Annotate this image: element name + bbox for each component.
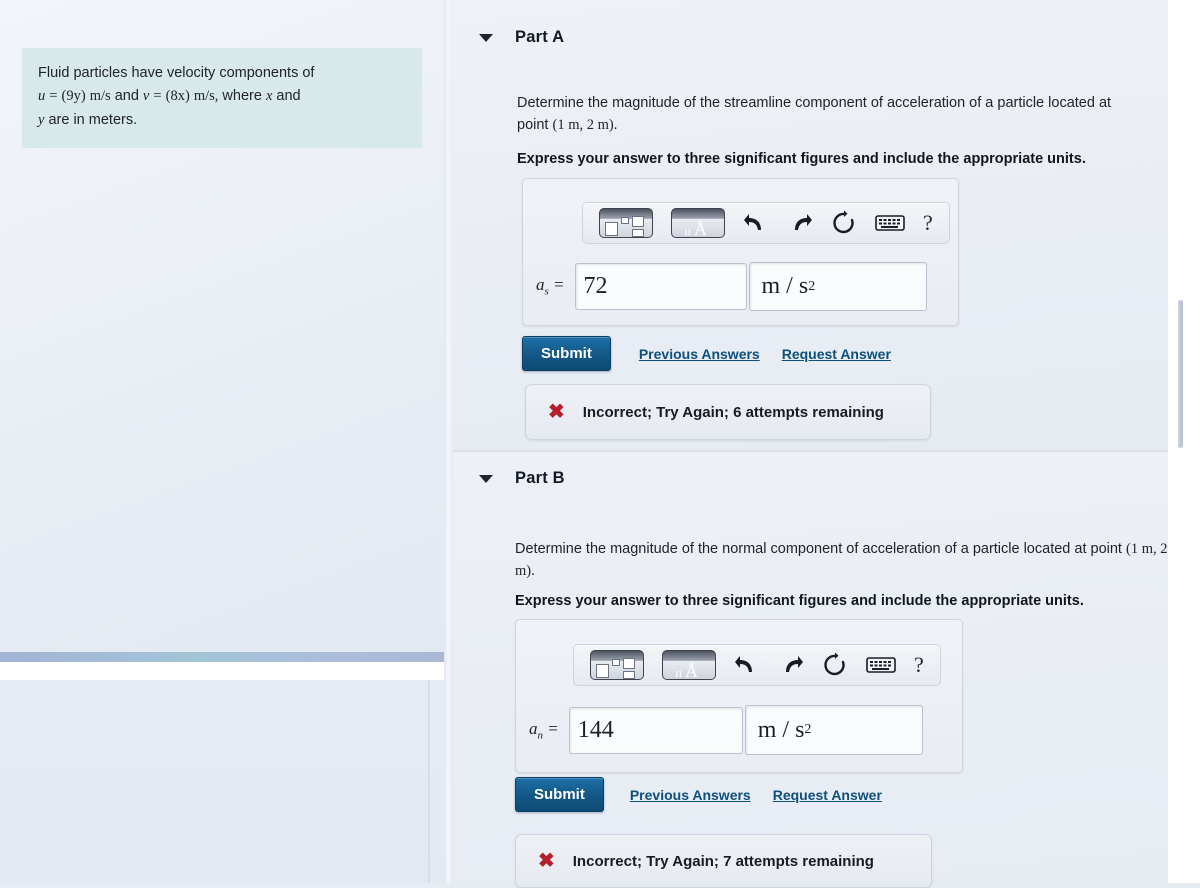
conjunction-2: and [276, 88, 301, 105]
velocity-v-symbol: v [142, 88, 150, 105]
part-a-instruction: Express your answer to three significant… [517, 151, 1086, 167]
equals-2: = [153, 88, 162, 105]
problem-line-3-text: are in meters. [48, 111, 138, 128]
right-scroll-gutter [1168, 0, 1200, 883]
part-b-question-line-2: point [1090, 541, 1122, 557]
part-a-header[interactable]: Part A [479, 28, 564, 47]
v-expression: (8x) [165, 88, 190, 105]
v-units: m/s, [193, 88, 219, 105]
left-pane-lower-surface [0, 680, 444, 883]
part-b-units-text: m / s [757, 716, 805, 743]
help-question-mark-icon[interactable]: ? [914, 652, 924, 678]
reset-circle-icon[interactable] [831, 210, 857, 236]
conjunction-1: and [114, 88, 139, 105]
pane-split-divider [444, 0, 453, 883]
part-b-units-exponent: 2 [804, 722, 812, 737]
part-b-answer-input[interactable]: 144 [568, 706, 743, 754]
part-b-instruction: Express your answer to three significant… [515, 593, 1084, 609]
part-a-request-answer-link[interactable]: Request Answer [782, 346, 891, 362]
part-a-units-exponent: 2 [808, 278, 816, 294]
part-a-question-point: (1 m, 2 m). [552, 117, 618, 134]
part-a-answer-row: as = 72 m / s2 [536, 262, 927, 311]
part-b-action-row: Submit Previous Answers Request Answer [515, 777, 882, 812]
part-a-feedback-banner: ✖ Incorrect; Try Again; 6 attempts remai… [525, 384, 931, 440]
redo-arrow-icon[interactable] [787, 211, 813, 235]
help-question-mark-icon[interactable]: ? [923, 210, 933, 236]
equals-1: = [49, 88, 58, 105]
keyboard-icon[interactable] [875, 214, 905, 232]
part-a-feedback-text: Incorrect; Try Again; 6 attempts remaini… [582, 403, 884, 421]
part-b-panel: Part B Determine the magnitude of the no… [453, 452, 1200, 888]
part-b-feedback-banner: ✖ Incorrect; Try Again; 7 attempts remai… [515, 834, 932, 888]
part-a-title: Part A [515, 28, 565, 46]
part-a-answer-label: as = [536, 275, 565, 297]
part-b-toolbar[interactable]: ıı Å ? [573, 644, 941, 686]
y-symbol: y [38, 111, 45, 128]
part-b-symbol: a [529, 718, 538, 738]
svg-text:Å: Å [685, 661, 698, 680]
assignment-pane: Part A Determine the magnitude of the st… [453, 0, 1200, 888]
vertical-scrollbar-thumb[interactable] [1178, 300, 1183, 448]
part-b-units-field[interactable]: m / s2 [744, 705, 923, 755]
u-expression: (9y) [61, 88, 86, 105]
part-b-question: Determine the magnitude of the normal co… [515, 538, 1187, 583]
part-b-previous-answers-link[interactable]: Previous Answers [630, 787, 751, 803]
screen: Fluid particles have velocity components… [0, 0, 1200, 888]
x-mark-icon: ✖ [548, 401, 565, 423]
problem-statement-box: Fluid particles have velocity components… [22, 48, 422, 149]
part-a-units-field[interactable]: m / s2 [748, 262, 927, 311]
triangle-down-icon[interactable] [479, 33, 493, 42]
part-b-equals: = [547, 718, 559, 738]
part-b-header[interactable]: Part B [479, 469, 565, 488]
math-template-icon[interactable] [590, 650, 644, 680]
part-a-panel: Part A Determine the magnitude of the st… [453, 0, 1200, 452]
left-pane-bottom-divider [428, 680, 430, 883]
x-symbol: x [265, 88, 273, 105]
u-units: m/s [89, 88, 111, 105]
keyboard-icon[interactable] [866, 656, 896, 674]
part-b-title: Part B [515, 469, 565, 487]
part-a-previous-answers-link[interactable]: Previous Answers [639, 346, 760, 362]
problem-line-1-text: Fluid particles have velocity components… [38, 65, 315, 81]
left-pane-white-strip [0, 662, 444, 680]
part-b-answer-label: an = [529, 719, 559, 741]
svg-text:ıı: ıı [684, 223, 692, 238]
problem-statement-line-1: Fluid particles have velocity components… [38, 62, 408, 85]
part-b-request-answer-link[interactable]: Request Answer [773, 787, 882, 803]
undo-arrow-icon[interactable] [734, 653, 760, 677]
part-a-submit-button[interactable]: Submit [522, 336, 611, 371]
problem-statement-line-3: y are in meters. [38, 109, 408, 132]
svg-text:Å: Å [694, 219, 707, 238]
problem-statement-line-2: u = (9y) m/s and v = (8x) m/s, where x a… [38, 85, 408, 108]
where-word: where [222, 88, 262, 105]
part-b-subscript: n [537, 729, 544, 742]
part-a-symbol: a [536, 275, 545, 295]
svg-text:ıı: ıı [675, 665, 683, 680]
units-angstrom-icon[interactable]: ıı Å [662, 650, 716, 680]
part-a-question: Determine the magnitude of the streamlin… [517, 92, 1137, 137]
part-a-toolbar[interactable]: ıı Å ? [582, 202, 950, 244]
reset-circle-icon[interactable] [822, 652, 848, 678]
part-b-answer-row: an = 144 m / s2 [529, 705, 923, 755]
undo-arrow-icon[interactable] [743, 211, 769, 235]
part-a-answer-input[interactable]: 72 [574, 263, 747, 310]
part-b-question-line-1: Determine the magnitude of the normal co… [515, 541, 1087, 557]
part-a-action-row: Submit Previous Answers Request Answer [522, 336, 891, 371]
part-a-question-line-1: Determine the magnitude of the streamlin… [517, 95, 1045, 111]
triangle-down-icon[interactable] [479, 474, 493, 483]
redo-arrow-icon[interactable] [778, 653, 804, 677]
part-b-feedback-text: Incorrect; Try Again; 7 attempts remaini… [572, 852, 874, 870]
left-problem-pane: Fluid particles have velocity components… [0, 0, 444, 883]
left-pane-colored-band [0, 652, 444, 662]
part-b-submit-button[interactable]: Submit [515, 777, 604, 812]
math-template-icon[interactable] [599, 208, 653, 238]
part-a-units-text: m / s [761, 273, 809, 299]
part-a-equals: = [553, 275, 565, 295]
velocity-u-symbol: u [38, 88, 46, 105]
part-a-subscript: s [544, 285, 549, 298]
x-mark-icon: ✖ [538, 850, 555, 872]
units-angstrom-icon[interactable]: ıı Å [671, 208, 725, 238]
